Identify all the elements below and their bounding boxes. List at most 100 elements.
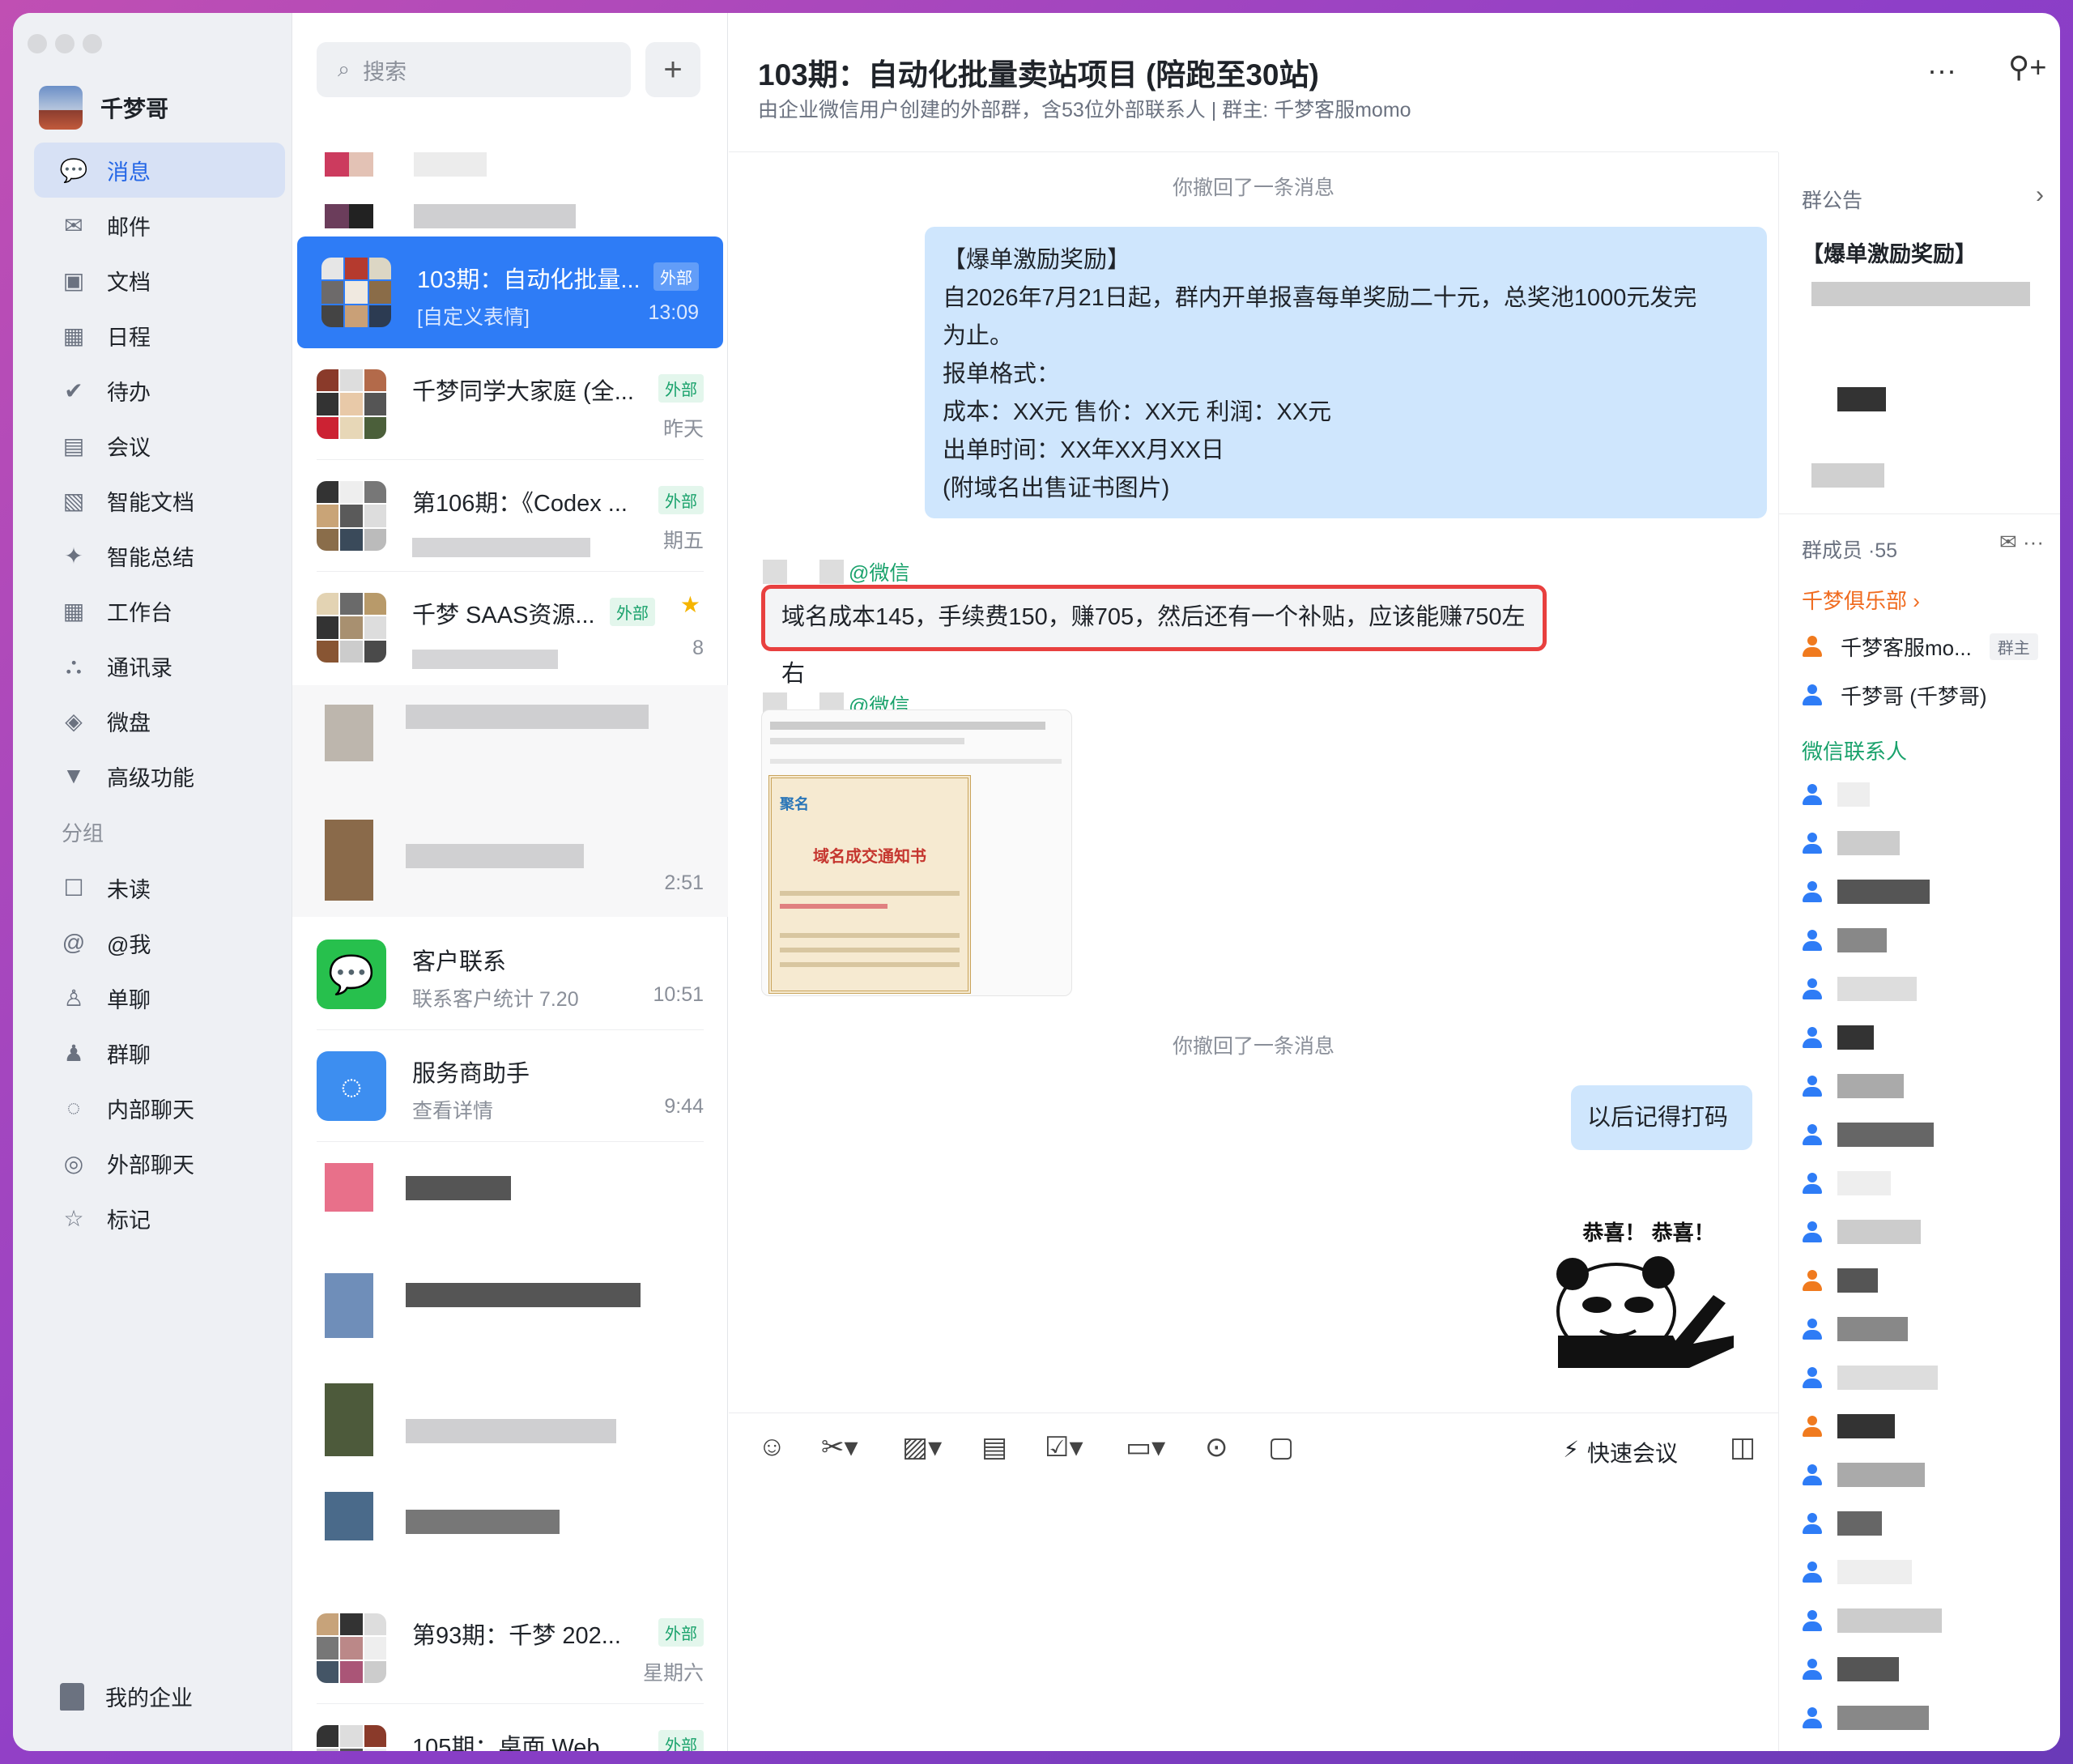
member-name-blurred[interactable] [1837,1074,1904,1098]
quick-meeting-button[interactable]: ⚡ 快速会议 [1563,1436,1678,1468]
list-item[interactable]: 第93期：千梦 202... 外部 星期六 [292,1592,728,1704]
group-item-marked[interactable]: ☆ 标记 [34,1191,285,1246]
member-name-blurred[interactable] [1837,1171,1891,1195]
nav-item-advanced[interactable]: ▼ 高级功能 [34,748,285,803]
notice-bubble[interactable]: 【爆单激励奖励】 自2026年7月21日起，群内开单报喜每单奖励二十元，总奖池1… [925,227,1767,518]
nav-sidebar: 千梦哥 💬 消息 ✉ 邮件 ▣ 文档 ▦ 日程 ✔ 待办 ▤ 会议 ▧ 智能文档 ✦ 智能总结 … [13,13,292,1751]
nav-item-workbench[interactable]: ▦ 工作台 [34,583,285,638]
conversation-list: ⌕ 搜索 + 103期：自动化批量... 外部 [自定义表情] 13:09 千梦同… [292,13,728,1751]
star-icon: ★ [679,592,700,617]
member-name-blurred[interactable] [1837,1657,1899,1681]
person-icon [1802,1319,1823,1341]
member-name-blurred[interactable] [1837,977,1917,1001]
member-name-blurred[interactable] [1837,1366,1938,1390]
minimize-window-button[interactable] [55,34,74,53]
chat-header: 103期：自动化批量卖站项目 (陪跑至30站) 由企业微信用户创建的外部群，含5… [729,13,1778,152]
group-item-at-me[interactable]: @ @我 [34,915,285,970]
member-name-blurred[interactable] [1837,1414,1895,1438]
side-panel-toggle-icon[interactable]: ◫ [1730,1431,1756,1464]
group-item-unread[interactable]: ☐ 未读 [34,860,285,915]
nav-item-calendar[interactable]: ▦ 日程 [34,308,285,363]
user-profile[interactable]: 千梦哥 [39,86,168,130]
member-name-blurred[interactable] [1837,1317,1908,1341]
nav-item-smart-doc[interactable]: ▧ 智能文档 [34,473,285,528]
member-self[interactable]: 千梦哥 (千梦哥) [1802,680,1987,710]
list-item[interactable]: 105期：桌面 Web ... 外部 [292,1704,728,1751]
group-item-internal[interactable]: ◌ 内部聊天 [34,1080,285,1136]
reply-bubble[interactable]: 以后记得打码 [1571,1085,1752,1150]
nav-item-drive[interactable]: ◈ 微盘 [34,693,285,748]
member-name-blurred[interactable] [1837,831,1900,855]
member-name-blurred[interactable] [1837,782,1870,807]
list-item[interactable]: 2:51 [292,685,728,917]
member-owner[interactable]: 千梦客服mo... 群主 [1802,632,2038,662]
my-enterprise[interactable]: 我的企业 [60,1681,193,1712]
nav-item-mail[interactable]: ✉ 邮件 [34,198,285,253]
sparkle-icon: ✦ [64,543,83,569]
nav-item-meeting[interactable]: ▤ 会议 [34,418,285,473]
screenshot-icon[interactable]: ✂▾ [821,1431,858,1464]
group-avatar [317,369,386,439]
drive-icon: ◈ [65,708,83,734]
group-item-single[interactable]: ♙ 单聊 [34,970,285,1025]
folder-icon[interactable]: ▭▾ [1126,1431,1165,1464]
list-item[interactable]: 千梦同学大家庭 (全... 外部 昨天 [292,348,728,460]
nav-item-docs[interactable]: ▣ 文档 [34,253,285,308]
list-item[interactable] [292,1144,728,1573]
emoji-icon[interactable]: ☺ [758,1431,786,1463]
document-icon[interactable]: ▤ [981,1431,1007,1464]
club-link[interactable]: 千梦俱乐部 › [1802,585,1920,615]
member-name-blurred[interactable] [1837,1560,1912,1584]
star-icon: ☆ [63,1205,84,1231]
person-icon [1802,833,1823,855]
todo-icon[interactable]: ☑▾ [1045,1431,1083,1464]
list-item[interactable] [292,136,728,248]
zoom-window-button[interactable] [83,34,102,53]
certificate-image[interactable]: 聚名 域名成交通知书 [761,709,1072,996]
member-name-blurred[interactable] [1837,1123,1934,1147]
add-button[interactable]: + [645,42,700,97]
member-name-blurred[interactable] [1837,1463,1925,1487]
smart-doc-icon: ▧ [62,488,85,513]
member-name-blurred[interactable] [1837,1511,1882,1536]
list-item-selected[interactable]: 103期：自动化批量... 外部 [自定义表情] 13:09 [297,236,723,348]
close-window-button[interactable] [28,34,47,53]
service-assistant-icon: ◌ [317,1051,386,1121]
member-name-blurred[interactable] [1837,1608,1942,1633]
list-item[interactable]: 第106期：《Codex ... 外部 期五 [292,460,728,572]
member-name-blurred[interactable] [1837,928,1887,952]
customer-contact-icon: 💬 [317,940,386,1009]
member-name-blurred[interactable] [1837,1706,1929,1730]
schedule-icon[interactable]: ▢ [1268,1431,1294,1464]
person-icon [1802,684,1823,707]
chat-pane: 103期：自动化批量卖站项目 (陪跑至30站) 由企业微信用户创建的外部群，含5… [729,13,2046,1751]
chevron-right-icon[interactable]: › [2036,181,2044,209]
nav-item-todo[interactable]: ✔ 待办 [34,363,285,418]
search-input[interactable]: ⌕ 搜索 [317,42,631,97]
nav-item-smart-summary[interactable]: ✦ 智能总结 [34,528,285,583]
member-name-blurred[interactable] [1837,1268,1878,1293]
advanced-icon: ▼ [62,763,85,788]
highlighted-message[interactable]: 域名成本145，手续费150，赚705，然后还有一个补贴，应该能赚750左右 [761,585,1547,687]
nav-item-contacts[interactable]: ⛬ 通讯录 [34,638,285,693]
nav-item-messages[interactable]: 💬 消息 [34,143,285,198]
list-item[interactable]: 千梦 SAAS资源... 外部 ★ 8 [292,572,728,684]
member-name-blurred[interactable] [1837,1025,1874,1050]
list-item[interactable]: ◌ 服务商助手 查看详情 9:44 [292,1030,728,1142]
person-icon [1802,1513,1823,1536]
member-name-blurred[interactable] [1837,1220,1921,1244]
more-icon[interactable]: ··· [1927,53,1956,87]
notice-title[interactable]: 群公告 [1802,185,1862,214]
image-icon[interactable]: ▨▾ [902,1431,942,1464]
sticker[interactable]: 恭喜！ 恭喜！ [1552,1216,1746,1378]
list-item[interactable]: 💬 客户联系 联系客户统计 7.20 10:51 [292,918,728,1030]
mail-icon: ✉ [64,212,83,238]
more-options-icon[interactable]: ⊙ [1205,1431,1228,1464]
add-member-icon[interactable]: ⚲+ [2008,50,2046,84]
sender-label: @微信 [763,557,909,586]
mail-icon[interactable]: ✉ ··· [1999,530,2044,555]
group-item-group[interactable]: ♟ 群聊 [34,1025,285,1080]
member-name-blurred[interactable] [1837,880,1930,904]
person-icon [1802,784,1823,807]
group-item-external[interactable]: ◎ 外部聊天 [34,1136,285,1191]
